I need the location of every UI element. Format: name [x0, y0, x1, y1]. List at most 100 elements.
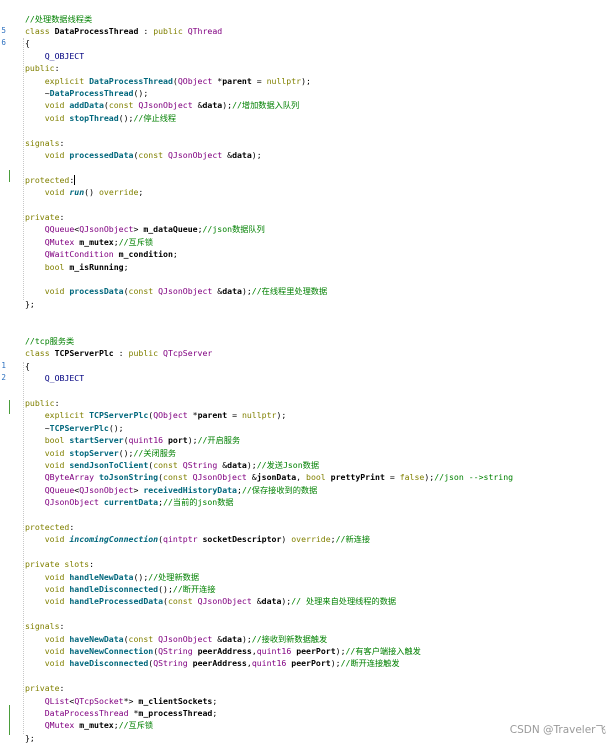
code-token: , [296, 472, 307, 483]
code-line[interactable]: void handleProcessedData(const QJsonObje… [0, 595, 612, 607]
code-line[interactable]: signals: [0, 137, 612, 149]
code-line[interactable]: DataProcessThread *m_processThread; [0, 707, 612, 719]
code-line[interactable] [0, 670, 612, 682]
code-token: handleNewData [69, 571, 134, 582]
code-token: : [113, 348, 129, 359]
code-token: false [399, 472, 425, 483]
code-line[interactable]: public: [0, 397, 612, 409]
code-text: protected: [25, 174, 76, 186]
code-line[interactable]: public: [0, 62, 612, 74]
code-token: processedData [69, 149, 134, 160]
code-line[interactable]: explicit TCPServerPlc(QObject *parent = … [0, 409, 612, 421]
code-line[interactable]: void handleNewData();//处理新数据 [0, 571, 612, 583]
code-token: QMutex [44, 720, 75, 731]
code-token: m_dataQueue [143, 224, 198, 235]
code-text: void handleNewData();//处理新数据 [25, 571, 199, 583]
code-line[interactable]: Q_OBJECT [0, 50, 612, 62]
code-token: QJsonObject [158, 286, 213, 297]
code-line[interactable] [0, 310, 612, 322]
code-token: & [212, 286, 223, 297]
code-line[interactable]: QMutex m_mutex;//互斥锁 [0, 236, 612, 248]
code-token: *> [123, 695, 139, 706]
code-line[interactable]: ~DataProcessThread(); [0, 87, 612, 99]
code-line[interactable]: 5 class DataProcessThread : public QThrea… [0, 25, 612, 37]
code-text: public: [25, 62, 60, 74]
code-text: void incomingConnection(qintptr socketDe… [25, 533, 370, 545]
code-editor[interactable]: //处理数据线程类 5 class DataProcessThread : publ… [0, 0, 612, 743]
code-line[interactable]: protected: [0, 521, 612, 533]
code-line[interactable]: signals: [0, 620, 612, 632]
code-line[interactable] [0, 509, 612, 521]
code-line[interactable]: 1{ [0, 360, 612, 372]
code-line[interactable]: void stopThread();//停止线程 [0, 112, 612, 124]
code-line[interactable]: QQueue<QJsonObject> receivedHistoryData;… [0, 484, 612, 496]
code-line[interactable]: bool m_isRunning; [0, 261, 612, 273]
code-line[interactable]: void processData(const QJsonObject &data… [0, 285, 612, 297]
code-line[interactable] [0, 124, 612, 136]
code-line[interactable]: private: [0, 211, 612, 223]
code-token: //发送Json数据 [256, 459, 320, 470]
code-line[interactable] [0, 273, 612, 285]
code-line[interactable]: QList<QTcpSocket*> m_clientSockets; [0, 695, 612, 707]
code-token: QJsonObject [44, 497, 99, 508]
code-line[interactable]: void stopServer();//关闭服务 [0, 447, 612, 459]
code-line[interactable]: void processedData(const QJsonObject &da… [0, 149, 612, 161]
code-token: //json -->string [434, 472, 514, 483]
code-line[interactable]: void incomingConnection(qintptr socketDe… [0, 533, 612, 545]
code-line[interactable]: protected: [0, 174, 612, 186]
code-token: TCPServerPlc [54, 348, 114, 359]
code-token: data [222, 286, 242, 297]
code-text: }; [25, 732, 35, 744]
code-line[interactable]: ~TCPServerPlc(); [0, 422, 612, 434]
code-line[interactable]: void sendJsonToClient(const QString &dat… [0, 459, 612, 471]
code-line[interactable] [0, 546, 612, 558]
code-line[interactable]: bool startServer(quint16 port);//开启服务 [0, 434, 612, 446]
code-line[interactable]: QWaitCondition m_condition; [0, 248, 612, 260]
code-line[interactable]: QJsonObject currentData;//当前的json数据 [0, 496, 612, 508]
code-text: { [25, 360, 30, 372]
code-text: QList<QTcpSocket*> m_clientSockets; [25, 695, 218, 707]
code-line[interactable]: QByteArray toJsonString(const QJsonObjec… [0, 471, 612, 483]
code-line[interactable]: QQueue<QJsonObject> m_dataQueue;//json数据… [0, 223, 612, 235]
code-line[interactable] [0, 385, 612, 397]
code-token: private slots [25, 559, 90, 570]
code-token: const [163, 472, 193, 483]
code-line[interactable]: //处理数据线程类 [0, 13, 612, 25]
code-line[interactable]: class TCPServerPlc : public QTcpServer [0, 347, 612, 359]
code-line[interactable]: void haveNewData(const QJsonObject &data… [0, 633, 612, 645]
code-line[interactable]: void run() override; [0, 186, 612, 198]
code-line[interactable] [0, 161, 612, 173]
code-line[interactable]: //tcp服务类 [0, 335, 612, 347]
code-line[interactable]: private slots: [0, 558, 612, 570]
code-line[interactable] [0, 323, 612, 335]
line-number: 6 [1, 38, 6, 48]
code-token: //处理数据线程类 [25, 13, 93, 24]
code-token: m_processThread [138, 707, 213, 718]
code-line[interactable] [0, 199, 612, 211]
code-token: const [138, 149, 168, 160]
code-line[interactable]: void haveNewConnection(QString peerAddre… [0, 645, 612, 657]
code-line[interactable]: }; [0, 298, 612, 310]
code-line[interactable] [0, 608, 612, 620]
code-line[interactable]: private: [0, 682, 612, 694]
code-token: const [153, 459, 183, 470]
code-line[interactable]: 6{ [0, 37, 612, 49]
code-text: QJsonObject currentData;//当前的json数据 [25, 496, 234, 508]
code-line[interactable]: void haveDisconnected(QString peerAddres… [0, 657, 612, 669]
code-text: void handleDisconnected();//断开连接 [25, 583, 216, 595]
code-line[interactable]: explicit DataProcessThread(QObject *pare… [0, 75, 612, 87]
code-token: data [261, 596, 282, 607]
code-token: data [227, 459, 247, 470]
text-cursor [74, 175, 76, 186]
code-line[interactable]: void handleDisconnected();//断开连接 [0, 583, 612, 595]
code-token: ; [172, 249, 178, 260]
code-token: public [153, 25, 188, 36]
code-line[interactable]: 2 Q_OBJECT [0, 372, 612, 384]
code-line[interactable]: void addData(const QJsonObject &data);//… [0, 99, 612, 111]
